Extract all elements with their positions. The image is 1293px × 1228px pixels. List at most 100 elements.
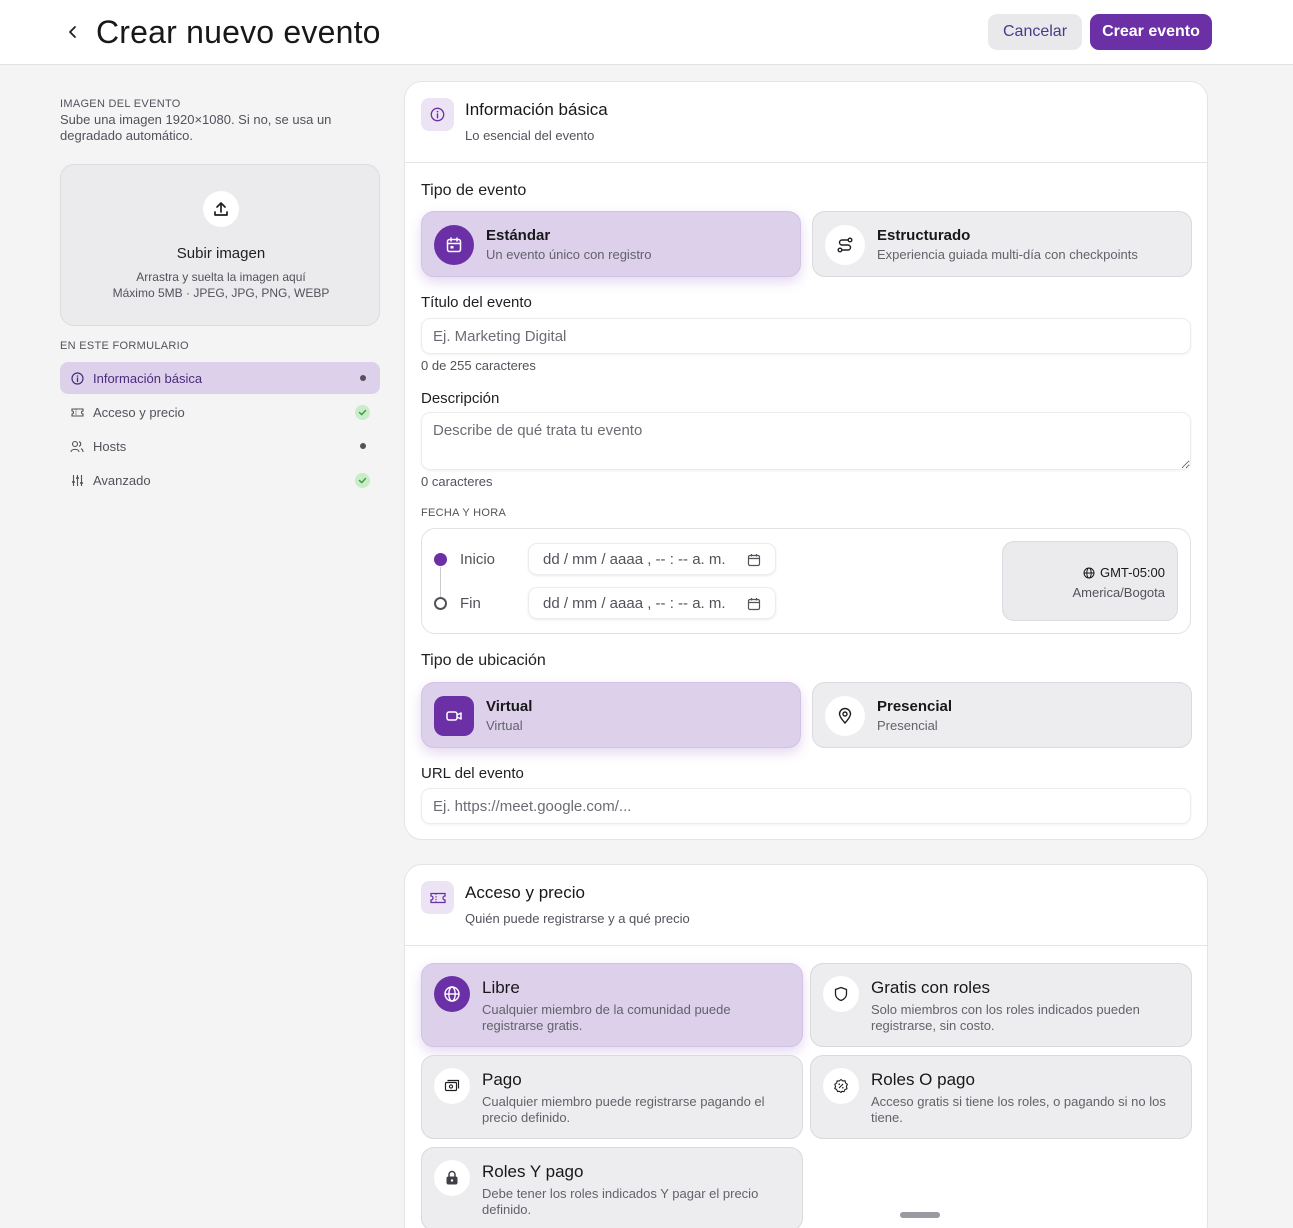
timezone-offset-text: GMT-05:00 (1099, 565, 1165, 580)
cash-icon (434, 1068, 470, 1104)
section-subtitle: Quién puede registrarse y a qué precio (465, 911, 690, 926)
badge-percent-icon (823, 1068, 859, 1104)
check-icon (355, 473, 370, 488)
access-option-pago[interactable]: Pago Cualquier miembro puede registrarse… (421, 1055, 803, 1139)
end-datetime-placeholder: dd / mm / aaaa , -- : -- a. m. (543, 594, 726, 612)
option-description: Debe tener los roles indicados Y pagar e… (482, 1186, 759, 1217)
start-datetime-input[interactable]: dd / mm / aaaa , -- : -- a. m. (528, 543, 776, 575)
timezone-name: America/Bogota (1072, 585, 1166, 600)
option-title: Gratis con roles (871, 978, 991, 997)
ticket-icon (421, 881, 454, 914)
access-option-roles-and-pay[interactable]: Roles Y pago Debe tener los roles indica… (421, 1147, 803, 1228)
description-character-counter: 0 caracteres (421, 474, 493, 489)
date-time-caption: FECHA Y HORA (421, 507, 507, 519)
description-label: Descripción (421, 390, 500, 407)
timezone-selector[interactable]: GMT-05:00 America/Bogota (1002, 541, 1178, 621)
title-character-counter: 0 de 255 caracteres (421, 358, 536, 373)
location-type-label: Tipo de ubicación (421, 652, 546, 669)
location-in-person[interactable]: Presencial Presencial (812, 682, 1192, 748)
create-event-button[interactable]: Crear evento (1090, 14, 1212, 50)
access-option-roles-or-pay[interactable]: Roles O pago Acceso gratis si tiene los … (810, 1055, 1192, 1139)
option-title: Pago (482, 1070, 522, 1089)
ticket-icon (70, 405, 84, 419)
basic-info-header: Información básica Lo esencial del event… (405, 82, 1207, 163)
description-textarea[interactable] (421, 412, 1191, 470)
option-description: Experiencia guiada multi-día con checkpo… (877, 247, 1138, 262)
option-description: Un evento único con registro (486, 247, 652, 262)
start-datetime-placeholder: dd / mm / aaaa , -- : -- a. m. (543, 550, 726, 568)
info-icon (70, 371, 84, 385)
location-virtual[interactable]: Virtual Virtual (421, 682, 801, 748)
end-datetime-input[interactable]: dd / mm / aaaa , -- : -- a. m. (528, 587, 776, 619)
sidebar-item-hosts[interactable]: Hosts (60, 430, 380, 462)
access-price-header: Acceso y precio Quién puede registrarse … (405, 865, 1207, 946)
chevron-left-icon (69, 26, 76, 38)
map-pin-icon (825, 696, 865, 736)
globe-icon (1083, 567, 1095, 578)
sliders-icon (70, 473, 84, 487)
lock-icon (434, 1160, 470, 1196)
access-option-libre[interactable]: Libre Cualquier miembro de la comunidad … (421, 963, 803, 1047)
image-caption: IMAGEN DEL EVENTO (60, 98, 181, 110)
option-title: Presencial (877, 698, 953, 715)
upload-instructions: Arrastra y suelta la imagen aquí (136, 270, 306, 284)
option-title: Roles Y pago (482, 1162, 584, 1181)
scroll-indicator[interactable] (900, 1212, 940, 1218)
option-description: Presencial (877, 718, 938, 733)
option-title: Estándar (486, 227, 551, 244)
upload-icon (203, 191, 239, 227)
sidebar-item-label: Avanzado (93, 472, 151, 488)
page-title: Crear nuevo evento (96, 14, 381, 50)
top-bar: Crear nuevo evento Cancelar Crear evento (0, 0, 1293, 65)
date-time-panel: Inicio Fin dd / mm / aaaa , -- : -- a. m… (421, 528, 1191, 634)
timezone-offset: GMT-05:00 (1083, 565, 1165, 580)
shield-icon (823, 976, 859, 1012)
calendar-icon (434, 225, 474, 265)
cancel-button[interactable]: Cancelar (988, 14, 1082, 50)
upload-limits: Máximo 5MB · JPEG, JPG, PNG, WEBP (112, 286, 330, 300)
event-title-label: Título del evento (421, 294, 532, 311)
event-type-label: Tipo de evento (421, 182, 527, 199)
sidebar-item-avanzado[interactable]: Avanzado (60, 464, 380, 496)
status-dot (360, 375, 366, 381)
route-icon (825, 225, 865, 265)
start-label: Inicio (460, 551, 496, 568)
access-price-card: Acceso y precio Quién puede registrarse … (404, 864, 1208, 1228)
sidebar-item-label: Hosts (93, 438, 127, 454)
end-label: Fin (460, 595, 481, 612)
sidebar-item-informacion-basica[interactable]: Información básica (60, 362, 380, 394)
section-title: Acceso y precio (465, 883, 585, 902)
event-title-input[interactable] (421, 318, 1191, 354)
option-description: Solo miembros con los roles indicados pu… (871, 1002, 1140, 1033)
event-url-input[interactable] (421, 788, 1191, 824)
option-description: Virtual (486, 718, 523, 733)
option-description: Cualquier miembro puede registrarse paga… (482, 1094, 765, 1125)
section-subtitle: Lo esencial del evento (465, 128, 595, 143)
sidebar-item-label: Acceso y precio (93, 404, 185, 420)
event-type-structured[interactable]: Estructurado Experiencia guiada multi-dí… (812, 211, 1192, 277)
option-description: Cualquier miembro de la comunidad puede … (482, 1002, 731, 1033)
timeline-connector (440, 567, 441, 597)
upload-title: Subir imagen (176, 245, 266, 262)
option-title: Estructurado (877, 227, 971, 244)
option-title: Roles O pago (871, 1070, 975, 1089)
back-button[interactable] (60, 18, 86, 46)
image-upload-dropzone[interactable]: Subir imagen Arrastra y suelta la imagen… (60, 164, 380, 326)
calendar-icon[interactable] (747, 597, 761, 611)
event-type-standard[interactable]: Estándar Un evento único con registro (421, 211, 801, 277)
check-icon (355, 405, 370, 420)
form-caption: EN ESTE FORMULARIO (60, 340, 189, 352)
status-dot (360, 443, 366, 449)
end-marker (434, 597, 447, 610)
info-icon (421, 98, 454, 131)
access-option-free-with-roles[interactable]: Gratis con roles Solo miembros con los r… (810, 963, 1192, 1047)
section-title: Información básica (465, 100, 608, 119)
sidebar-item-label: Información básica (93, 370, 203, 386)
video-camera-icon (434, 696, 474, 736)
calendar-icon[interactable] (747, 553, 761, 567)
image-description: Sube una imagen 1920×1080. Si no, se usa… (60, 112, 332, 143)
option-title: Libre (482, 978, 520, 997)
basic-info-card: Información básica Lo esencial del event… (404, 81, 1208, 840)
sidebar-item-acceso-y-precio[interactable]: Acceso y precio (60, 396, 380, 428)
users-icon (70, 439, 84, 453)
